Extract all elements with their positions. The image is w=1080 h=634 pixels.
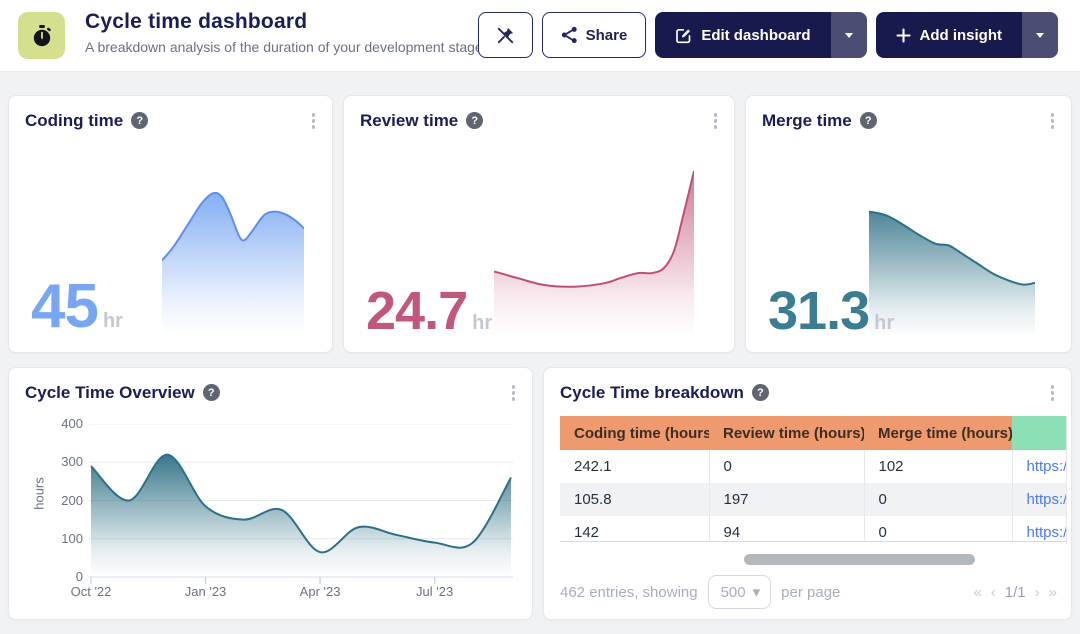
review-time-sparkline	[494, 166, 694, 336]
overview-y-tick-label: 400	[41, 416, 83, 431]
pull-request-link[interactable]: https://	[1012, 450, 1066, 483]
help-icon[interactable]: ?	[860, 112, 877, 129]
help-icon[interactable]: ?	[752, 384, 769, 401]
overview-y-tick-label: 0	[41, 569, 83, 584]
edit-dashboard-button[interactable]: Edit dashboard	[655, 12, 830, 58]
dashboard-icon-tile	[18, 12, 65, 59]
table-cell: 142	[560, 516, 709, 542]
table-cell: 94	[709, 516, 864, 542]
breakdown-column-header: Merge time (hours)	[864, 416, 1012, 450]
merge-time-card: Merge time ? 31.3 hr	[745, 95, 1072, 353]
overview-y-tick-label: 300	[41, 454, 83, 469]
overview-x-tick-label: Jan '23	[174, 584, 238, 599]
kebab-menu-icon[interactable]	[309, 109, 319, 133]
coding-time-card: Coding time ? 45 hr	[8, 95, 333, 353]
table-cell: 0	[864, 483, 1012, 516]
breakdown-card-title: Cycle Time breakdown	[560, 383, 744, 403]
table-cell: 197	[709, 483, 864, 516]
table-right-divider	[1066, 416, 1067, 544]
table-cell: 0	[709, 450, 864, 483]
breakdown-column-header: Coding time (hours)	[560, 416, 709, 450]
share-button[interactable]: Share	[542, 12, 647, 58]
prev-page-button[interactable]: ‹	[991, 584, 996, 601]
kebab-menu-icon[interactable]	[509, 381, 519, 405]
page-subtitle: A breakdown analysis of the duration of …	[85, 39, 494, 55]
kebab-menu-icon[interactable]	[711, 109, 721, 133]
pull-request-link[interactable]: https://	[1012, 483, 1066, 516]
chevron-down-icon: ▾	[753, 583, 761, 601]
table-row: 242.10102https://	[560, 450, 1066, 483]
breakdown-table-viewport[interactable]: Coding time (hours)Review time (hours)Me…	[560, 416, 1066, 542]
coding-time-sparkline	[162, 168, 304, 336]
review-time-card: Review time ? 24.7 hr	[343, 95, 735, 353]
overview-y-tick-label: 200	[41, 493, 83, 508]
breakdown-column-header	[1012, 416, 1066, 450]
merge-time-card-title: Merge time	[762, 111, 852, 131]
horizontal-scrollbar-thumb[interactable]	[744, 554, 975, 565]
table-cell: 105.8	[560, 483, 709, 516]
pull-request-link[interactable]: https://	[1012, 516, 1066, 542]
merge-time-unit: hr	[874, 312, 894, 335]
table-row: 142940https://	[560, 516, 1066, 542]
top-bar: Cycle time dashboard A breakdown analysi…	[0, 0, 1080, 72]
page-size-value: 500	[721, 584, 746, 601]
edit-dashboard-label: Edit dashboard	[701, 27, 810, 44]
share-icon	[561, 26, 578, 44]
coding-time-value: 45 hr	[31, 271, 123, 342]
header-actions: Share Edit dashboard Add insight	[478, 12, 1058, 58]
first-page-button[interactable]: «	[973, 584, 981, 601]
chevron-down-icon	[845, 33, 853, 38]
pin-slash-icon	[496, 26, 515, 45]
coding-time-unit: hr	[103, 310, 123, 333]
plus-icon	[896, 28, 911, 43]
overview-x-tick-label: Oct '22	[59, 584, 123, 599]
overview-y-tick-label: 100	[41, 531, 83, 546]
add-insight-button[interactable]: Add insight	[876, 12, 1023, 58]
page-indicator: 1/1	[1005, 584, 1026, 601]
overview-x-tick-label: Apr '23	[288, 584, 352, 599]
review-time-value: 24.7 hr	[366, 280, 492, 342]
breakdown-footer: 462 entries, showing 500 ▾ per page « ‹ …	[560, 572, 1057, 612]
review-time-unit: hr	[472, 312, 492, 335]
table-cell: 102	[864, 450, 1012, 483]
edit-icon	[675, 27, 692, 44]
help-icon[interactable]: ?	[131, 112, 148, 129]
merge-time-value: 31.3 hr	[768, 280, 894, 342]
cycle-time-breakdown-card: Cycle Time breakdown ? Coding time (hour…	[543, 367, 1072, 620]
help-icon[interactable]: ?	[203, 384, 220, 401]
entries-count-text: 462 entries, showing	[560, 584, 698, 601]
breakdown-column-header: Review time (hours)	[709, 416, 864, 450]
stopwatch-icon	[31, 24, 53, 48]
table-row: 105.81970https://	[560, 483, 1066, 516]
unpin-button[interactable]	[478, 12, 533, 58]
table-cell: 242.1	[560, 450, 709, 483]
help-icon[interactable]: ?	[466, 112, 483, 129]
chevron-down-icon	[1036, 33, 1044, 38]
edit-dashboard-split-button: Edit dashboard	[655, 12, 866, 58]
add-insight-label: Add insight	[920, 27, 1003, 44]
edit-dashboard-menu-button[interactable]	[831, 12, 867, 58]
add-insight-menu-button[interactable]	[1022, 12, 1058, 58]
overview-card-title: Cycle Time Overview	[25, 383, 195, 403]
table-cell: 0	[864, 516, 1012, 542]
coding-time-card-title: Coding time	[25, 111, 123, 131]
page-title: Cycle time dashboard	[85, 10, 494, 34]
breakdown-table: Coding time (hours)Review time (hours)Me…	[560, 416, 1066, 542]
kebab-menu-icon[interactable]	[1048, 109, 1058, 133]
cycle-time-overview-card: Cycle Time Overview ? hours 010020030040…	[8, 367, 533, 620]
page-size-select[interactable]: 500 ▾	[708, 575, 772, 609]
pagination: « ‹ 1/1 › »	[973, 584, 1057, 601]
add-insight-split-button: Add insight	[876, 12, 1059, 58]
per-page-text: per page	[781, 584, 840, 601]
next-page-button[interactable]: ›	[1035, 584, 1040, 601]
overview-x-tick-label: Jul '23	[403, 584, 467, 599]
last-page-button[interactable]: »	[1049, 584, 1057, 601]
share-button-label: Share	[586, 27, 628, 44]
overview-area-chart	[89, 424, 513, 586]
review-time-card-title: Review time	[360, 111, 458, 131]
kebab-menu-icon[interactable]	[1048, 381, 1058, 405]
